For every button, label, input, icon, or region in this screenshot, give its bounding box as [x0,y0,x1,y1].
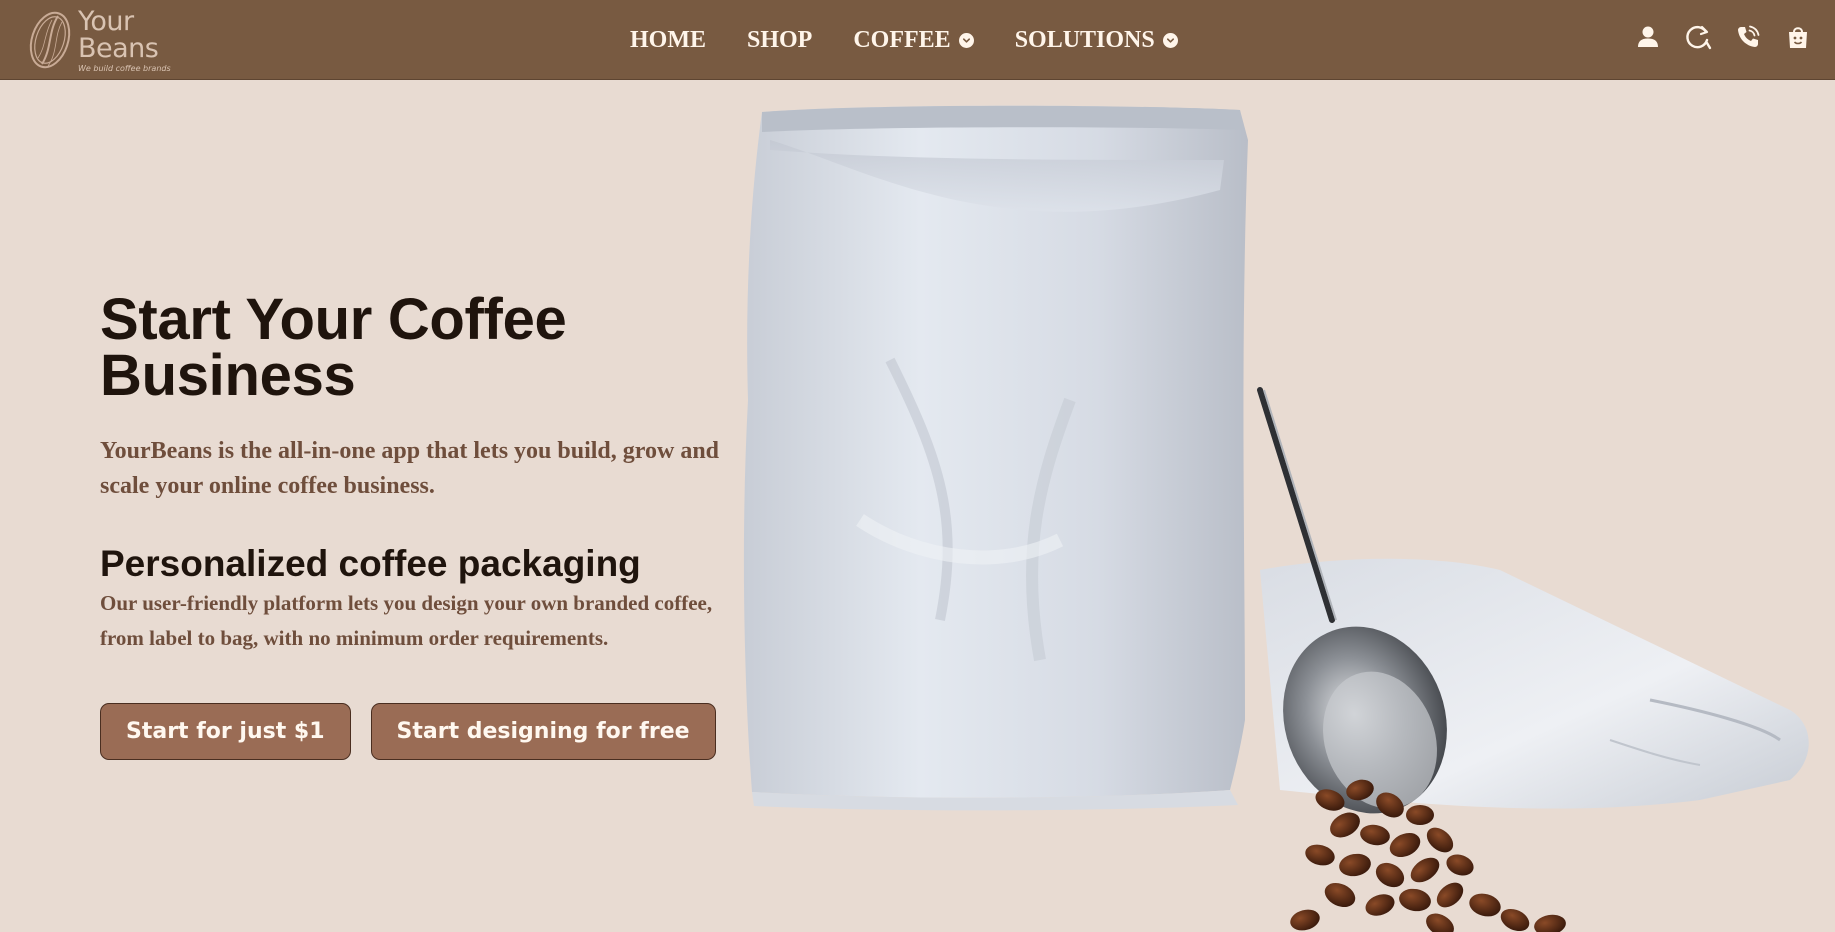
logo-line-2: Beans [78,32,159,64]
chevron-down-icon [958,32,974,48]
phone-icon[interactable] [1733,22,1763,52]
nav-home[interactable]: HOME [630,27,706,54]
nav-home-label: HOME [630,26,706,53]
logo-wordmark: Your Beans We build coffee brands [78,8,171,73]
hero-body: Our user-friendly platform lets you desi… [100,591,713,650]
top-navigation-bar: Your Beans We build coffee brands HOME S… [0,0,1835,80]
chevron-down-icon [1162,32,1178,48]
start-for-1-dollar-button[interactable]: Start for just $1 [100,703,351,760]
bean-logo-icon [29,11,71,69]
nav-shop[interactable]: SHOP [747,27,812,54]
logo-line-1: Your [78,5,134,37]
hero-buttons: Start for just $1 Start designing for fr… [100,703,740,760]
hero-section: Start Your Coffee Business YourBeans is … [100,287,740,760]
hero-subtitle: Personalized coffee packaging [100,543,641,584]
nav-coffee[interactable]: COFFEE [853,26,974,54]
user-icon[interactable] [1633,22,1663,52]
start-designing-free-button[interactable]: Start designing for free [370,703,716,760]
cart-bag-icon[interactable] [1783,22,1813,52]
main-nav: HOME SHOP COFFEE SOLUTIONS [630,0,1219,80]
yourbeans-logo[interactable]: Your Beans We build coffee brands [28,8,208,72]
nav-solutions-label: SOLUTIONS [1014,26,1155,53]
header-icons [1613,22,1813,52]
refresh-icon[interactable] [1683,22,1713,52]
hero-title: Start Your Coffee Business [100,287,567,408]
hero-lead: YourBeans is the all-in-one app that let… [100,438,720,499]
coffee-bag-product-image [743,105,1809,932]
logo-tagline: We build coffee brands [78,63,171,73]
nav-coffee-label: COFFEE [853,26,951,53]
nav-shop-label: SHOP [747,26,813,53]
nav-solutions[interactable]: SOLUTIONS [1015,27,1178,54]
